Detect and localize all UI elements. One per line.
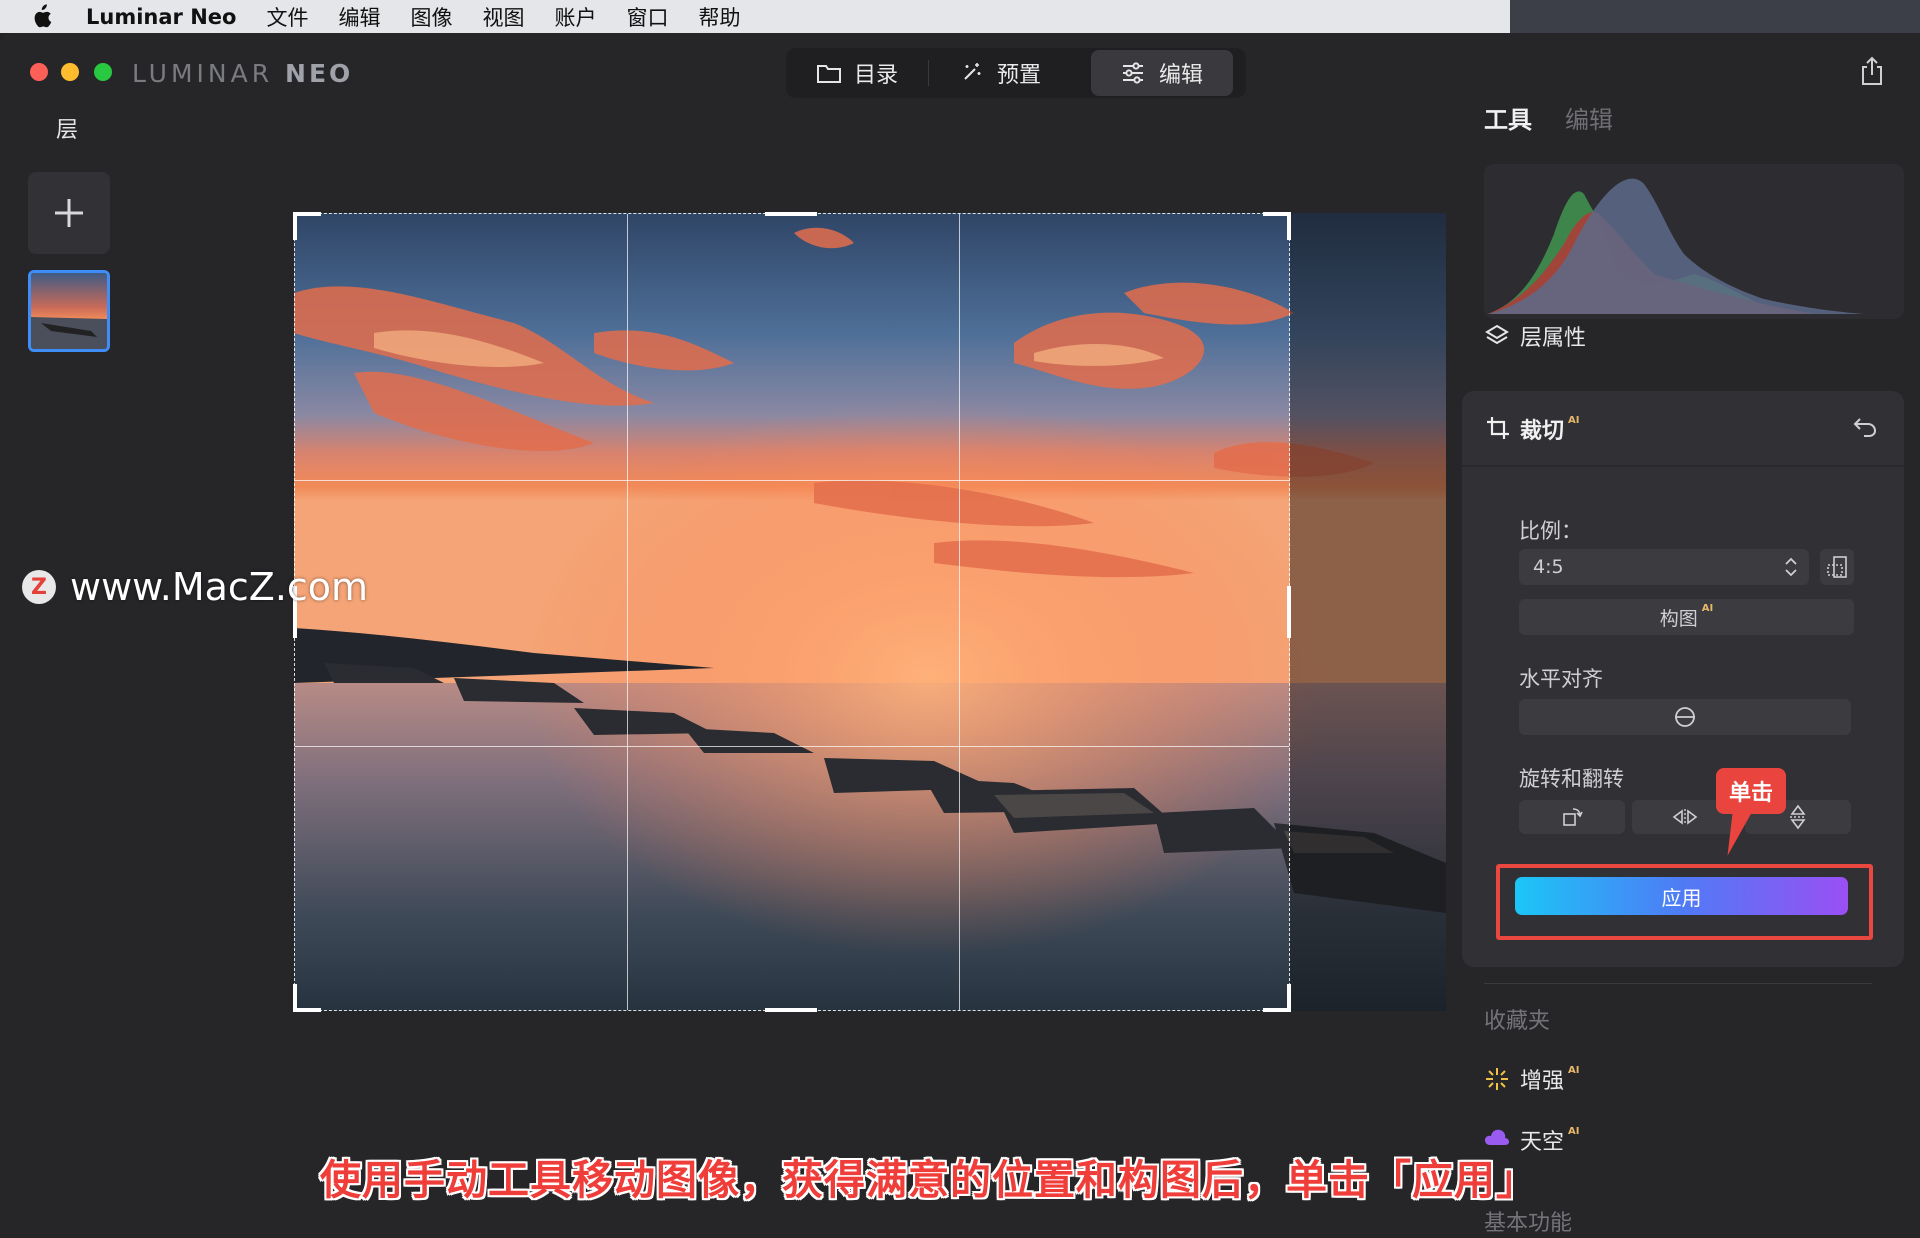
tab-edit[interactable]: 编辑: [1091, 50, 1234, 96]
level-label: 水平对齐: [1519, 667, 1603, 691]
zoom-window-button[interactable]: [94, 63, 112, 81]
favorite-enhance-label: 增强: [1520, 1069, 1565, 1094]
panel-divider: [1484, 983, 1872, 984]
favorite-sky-ai: AI: [1568, 1125, 1580, 1137]
click-callout: 单击: [1716, 768, 1786, 814]
compose-label: 构图: [1659, 607, 1698, 630]
rotate-flip-label: 旋转和翻转: [1519, 767, 1624, 791]
orientation-icon: [1827, 556, 1847, 578]
cloud-icon: [1484, 1127, 1510, 1153]
tab-catalog-label: 目录: [854, 63, 899, 88]
flip-vertical-icon: [1790, 804, 1806, 830]
crop-grid-line: [295, 480, 1289, 481]
mac-menubar: Luminar Neo 文件 编辑 图像 视图 账户 窗口 帮助: [0, 0, 1510, 33]
folder-icon: [816, 60, 842, 86]
tab-presets[interactable]: 预置: [929, 50, 1071, 96]
crop-handle-top-left[interactable]: [293, 212, 297, 240]
ratio-select[interactable]: 4:5: [1519, 549, 1809, 585]
histogram: [1484, 164, 1904, 319]
favorite-enhance[interactable]: 增强 AI: [1484, 1063, 1579, 1095]
flip-horizontal-icon: [1672, 809, 1698, 825]
menu-edit[interactable]: 编辑: [338, 2, 380, 32]
apply-button[interactable]: 应用: [1515, 877, 1848, 915]
sliders-icon: [1121, 60, 1147, 86]
tab-tools[interactable]: 工具: [1484, 100, 1532, 135]
plus-icon: [55, 199, 83, 227]
essentials-title: 基本功能: [1484, 1211, 1573, 1236]
tutorial-caption: 使用手动工具移动图像，获得满意的位置和构图后，单击「应用」: [320, 1156, 1538, 1204]
add-layer-button[interactable]: [28, 172, 110, 254]
layer-thumbnail[interactable]: [28, 270, 110, 352]
menubar-right-area: [1510, 0, 1920, 33]
layer-properties-label: 层属性: [1520, 326, 1587, 351]
crop-handle-bottom-left[interactable]: [293, 984, 297, 1012]
layers-title: 层: [56, 118, 79, 143]
chevron-updown-icon: [1783, 557, 1799, 577]
favorite-enhance-ai: AI: [1568, 1064, 1580, 1076]
watermark-text: www.MacZ.com: [70, 565, 369, 609]
crop-grid-line: [295, 746, 1289, 747]
crop-ai-badge: AI: [1568, 414, 1580, 426]
crop-handle-bottom-right[interactable]: [1287, 984, 1291, 1012]
crop-outside-overlay: [1290, 213, 1446, 1011]
crop-tool-header[interactable]: 裁切 AI: [1486, 413, 1579, 445]
favorite-sky-label: 天空: [1520, 1130, 1565, 1155]
crop-grid-line: [959, 214, 960, 1010]
brand-logo: LUMINAR NEO: [132, 59, 354, 88]
share-icon[interactable]: [1858, 55, 1886, 87]
crop-icon: [1486, 416, 1512, 442]
crop-handle-top-right[interactable]: [1287, 212, 1291, 240]
layers-icon: [1484, 323, 1510, 349]
rotate-icon: [1563, 808, 1583, 826]
apply-label: 应用: [1661, 885, 1702, 910]
rotate-button[interactable]: [1519, 800, 1625, 834]
horizon-level-icon: [1675, 707, 1695, 727]
tab-presets-label: 预置: [997, 63, 1042, 88]
favorites-title: 收藏夹: [1484, 1009, 1551, 1034]
crop-handle-bottom[interactable]: [765, 1008, 817, 1012]
menu-view[interactable]: 视图: [482, 2, 524, 32]
layer-properties-button[interactable]: 层属性: [1484, 320, 1586, 352]
tab-edits[interactable]: 编辑: [1565, 100, 1613, 135]
menu-image[interactable]: 图像: [410, 2, 452, 32]
tab-edit-label: 编辑: [1159, 63, 1204, 88]
menu-app-name[interactable]: Luminar Neo: [86, 5, 236, 29]
crop-title: 裁切: [1520, 419, 1565, 444]
watermark-logo: Z: [22, 570, 56, 604]
crop-handle-top[interactable]: [765, 212, 817, 216]
menu-window[interactable]: 窗口: [626, 2, 668, 32]
crop-frame[interactable]: [293, 212, 1291, 1012]
crop-handle-top-left[interactable]: [293, 212, 321, 216]
favorite-sky[interactable]: 天空 AI: [1484, 1124, 1579, 1156]
compose-ai-badge: AI: [1701, 602, 1714, 614]
ratio-label: 比例：: [1519, 519, 1582, 543]
crop-handle-right[interactable]: [1287, 586, 1291, 638]
menu-help[interactable]: 帮助: [698, 2, 740, 32]
menu-account[interactable]: 账户: [554, 2, 596, 32]
apple-icon[interactable]: [30, 3, 58, 31]
orientation-toggle-button[interactable]: [1820, 549, 1854, 585]
compose-ai-button[interactable]: 构图 AI: [1519, 599, 1854, 635]
crop-tool-panel: 裁切 AI 比例： 4:5 构图 AI 水平对齐 旋转和翻转 应用: [1462, 391, 1904, 967]
crop-grid-line: [627, 214, 628, 1010]
crop-handle-bottom-left[interactable]: [293, 1008, 321, 1012]
tab-catalog[interactable]: 目录: [786, 50, 928, 96]
top-navigation: 目录 预置 编辑: [786, 48, 1246, 98]
undo-icon[interactable]: [1852, 413, 1878, 439]
menu-file[interactable]: 文件: [266, 2, 308, 32]
sparkle-icon: [1484, 1066, 1510, 1092]
crop-divider: [1462, 465, 1904, 467]
minimize-window-button[interactable]: [61, 63, 79, 81]
auto-level-button[interactable]: [1519, 699, 1851, 735]
magic-wand-icon: [959, 60, 985, 86]
ratio-value: 4:5: [1533, 556, 1564, 578]
watermark: Z www.MacZ.com: [22, 565, 368, 609]
close-window-button[interactable]: [30, 63, 48, 81]
